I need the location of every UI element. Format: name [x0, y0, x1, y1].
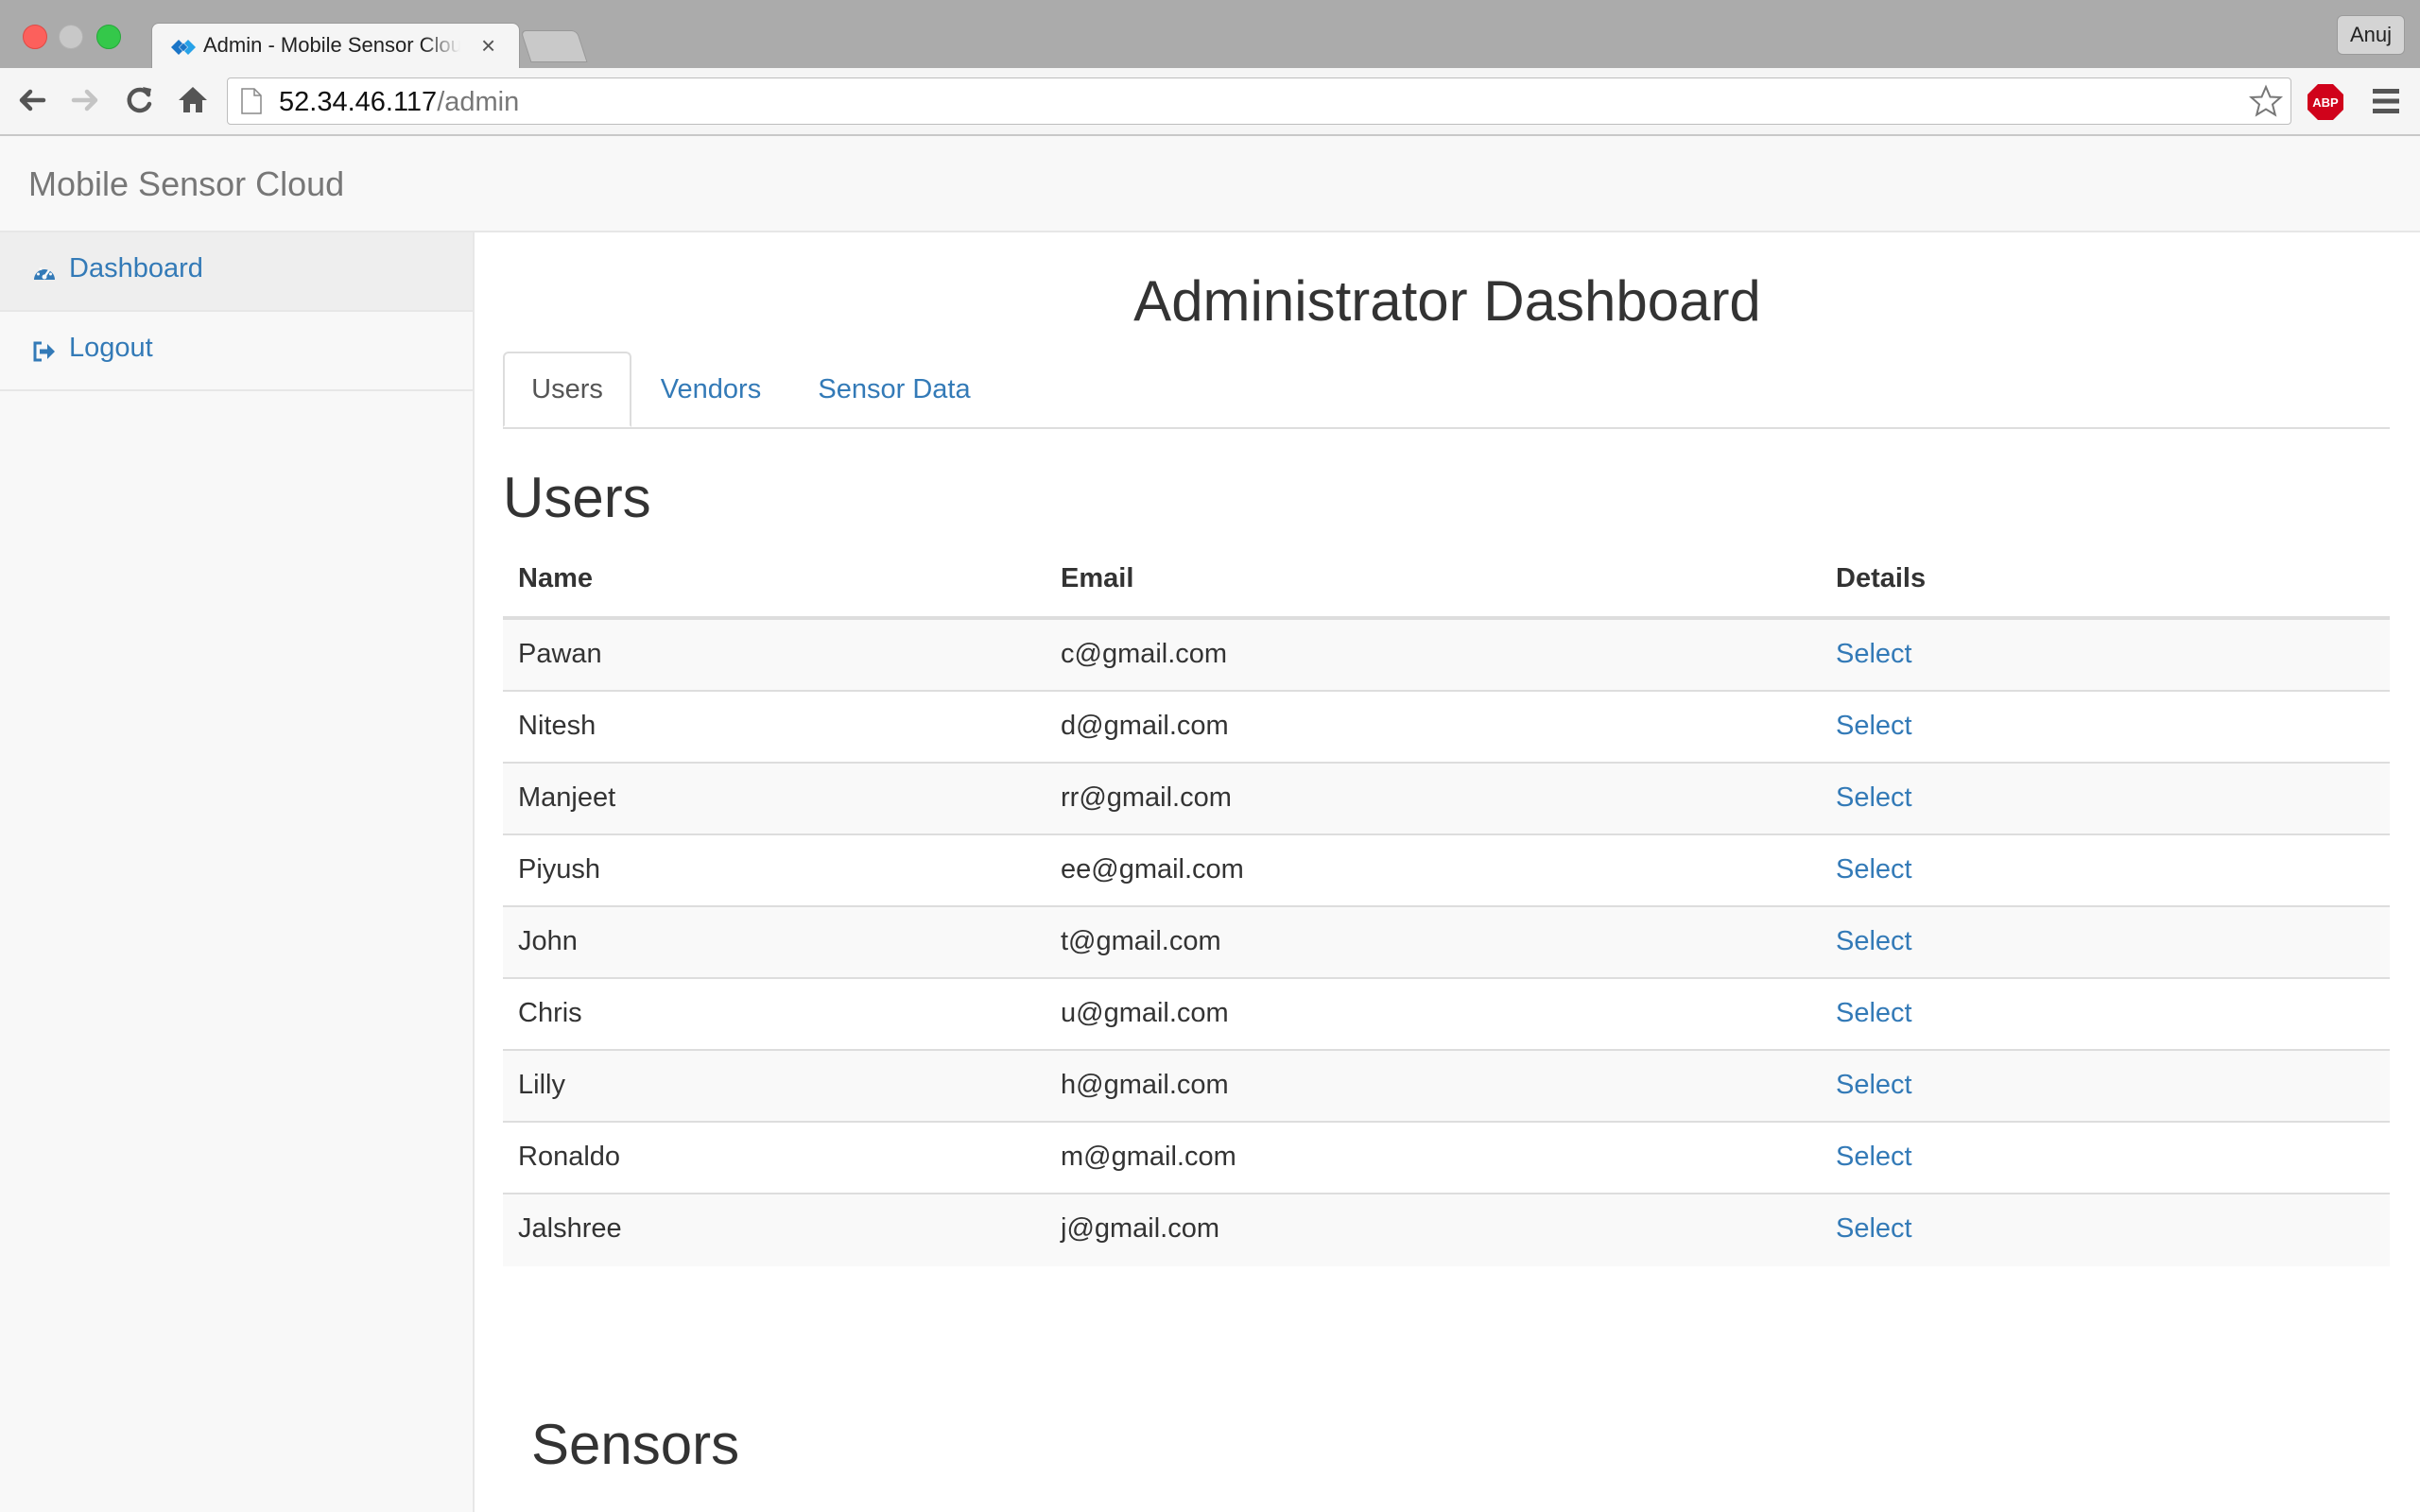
sensors-heading: Sensors — [531, 1413, 740, 1476]
table-row: Piyush ee@gmail.com Select — [503, 835, 2390, 907]
home-icon[interactable] — [174, 81, 212, 119]
table-header: Name Email Details — [503, 542, 2390, 620]
column-header-details: Details — [1836, 563, 1927, 593]
select-link[interactable]: Select — [1836, 639, 1912, 670]
user-email: u@gmail.com — [1061, 998, 1229, 1028]
user-email: d@gmail.com — [1061, 711, 1229, 741]
user-name: Lilly — [518, 1070, 565, 1100]
column-header-email: Email — [1061, 563, 1134, 593]
new-tab-button[interactable] — [520, 30, 588, 62]
table-body: Pawan c@gmail.com Select Nitesh d@gmail.… — [503, 620, 2390, 1266]
url-host: 52.34.46.117 — [279, 87, 438, 117]
user-email: j@gmail.com — [1061, 1213, 1220, 1244]
user-name: Jalshree — [518, 1213, 622, 1244]
bookmark-star-icon[interactable] — [2249, 84, 2283, 118]
user-email: m@gmail.com — [1061, 1142, 1236, 1172]
adblock-icon[interactable]: ABP — [2307, 83, 2344, 121]
close-tab-icon[interactable]: × — [481, 31, 495, 60]
select-link[interactable]: Select — [1836, 854, 1912, 885]
column-header-name: Name — [518, 563, 593, 593]
back-arrow-icon[interactable] — [13, 81, 51, 119]
url-text: 52.34.46.117/admin — [279, 87, 519, 118]
user-name: Nitesh — [518, 711, 596, 741]
address-bar[interactable]: 52.34.46.117/admin — [227, 77, 2291, 125]
users-heading: Users — [503, 466, 651, 529]
browser-titlebar: Admin - Mobile Sensor Cloud × Anuj — [0, 0, 2420, 69]
brand-link[interactable]: Mobile Sensor Cloud — [28, 164, 344, 204]
dashboard-icon — [34, 267, 55, 280]
browser-tab-title: Admin - Mobile Sensor Cloud — [203, 33, 460, 58]
user-email: h@gmail.com — [1061, 1070, 1229, 1100]
select-link[interactable]: Select — [1836, 1213, 1912, 1245]
table-row: John t@gmail.com Select — [503, 907, 2390, 979]
url-path: /admin — [437, 87, 520, 117]
user-name: Piyush — [518, 854, 601, 885]
select-link[interactable]: Select — [1836, 1142, 1912, 1173]
close-window-button[interactable] — [23, 25, 47, 49]
browser-toolbar: 52.34.46.117/admin ABP — [0, 68, 2420, 136]
page-icon — [241, 88, 262, 114]
logout-icon — [33, 341, 55, 362]
sidebar: Dashboard Logout — [0, 232, 475, 1512]
user-name: Pawan — [518, 639, 602, 669]
sidebar-item-label: Dashboard — [69, 253, 203, 284]
user-email: ee@gmail.com — [1061, 854, 1244, 885]
top-navbar: Mobile Sensor Cloud — [0, 136, 2420, 232]
table-row: Lilly h@gmail.com Select — [503, 1051, 2390, 1123]
select-link[interactable]: Select — [1836, 711, 1912, 742]
select-link[interactable]: Select — [1836, 926, 1912, 957]
tab-bar: Users Vendors Sensor Data — [503, 352, 2390, 429]
tab-vendors[interactable]: Vendors — [631, 352, 790, 427]
user-name: Chris — [518, 998, 582, 1028]
user-email: t@gmail.com — [1061, 926, 1221, 956]
user-name: Manjeet — [518, 782, 616, 813]
table-row: Jalshree j@gmail.com Select — [503, 1194, 2390, 1266]
sidebar-item-logout[interactable]: Logout — [0, 312, 473, 391]
table-row: Manjeet rr@gmail.com Select — [503, 764, 2390, 835]
maximize-window-button[interactable] — [96, 25, 121, 49]
forward-arrow-icon[interactable] — [66, 81, 104, 119]
user-email: rr@gmail.com — [1061, 782, 1232, 813]
browser-tab-active[interactable]: Admin - Mobile Sensor Cloud × — [151, 23, 520, 69]
reload-icon[interactable] — [120, 81, 158, 119]
table-row: Ronaldo m@gmail.com Select — [503, 1123, 2390, 1194]
menu-icon[interactable] — [2371, 87, 2401, 115]
table-row: Pawan c@gmail.com Select — [503, 620, 2390, 692]
main-content: Administrator Dashboard Users Vendors Se… — [475, 232, 2420, 1512]
user-name: Ronaldo — [518, 1142, 621, 1172]
tab-sensor-data[interactable]: Sensor Data — [790, 352, 998, 427]
sidebar-item-label: Logout — [69, 333, 153, 363]
user-email: c@gmail.com — [1061, 639, 1228, 669]
table-row: Nitesh d@gmail.com Select — [503, 692, 2390, 764]
table-row: Chris u@gmail.com Select — [503, 979, 2390, 1051]
select-link[interactable]: Select — [1836, 1070, 1912, 1101]
tab-users[interactable]: Users — [503, 352, 631, 427]
page-title: Administrator Dashboard — [1133, 269, 1761, 333]
profile-button[interactable]: Anuj — [2337, 15, 2405, 55]
sidebar-item-dashboard[interactable]: Dashboard — [0, 232, 473, 312]
select-link[interactable]: Select — [1836, 782, 1912, 814]
minimize-window-button[interactable] — [59, 25, 83, 49]
users-table: Name Email Details Pawan c@gmail.com Sel… — [503, 542, 2390, 1266]
adblock-label: ABP — [2312, 95, 2339, 110]
site-favicon-icon — [171, 40, 196, 55]
user-name: John — [518, 926, 578, 956]
select-link[interactable]: Select — [1836, 998, 1912, 1029]
